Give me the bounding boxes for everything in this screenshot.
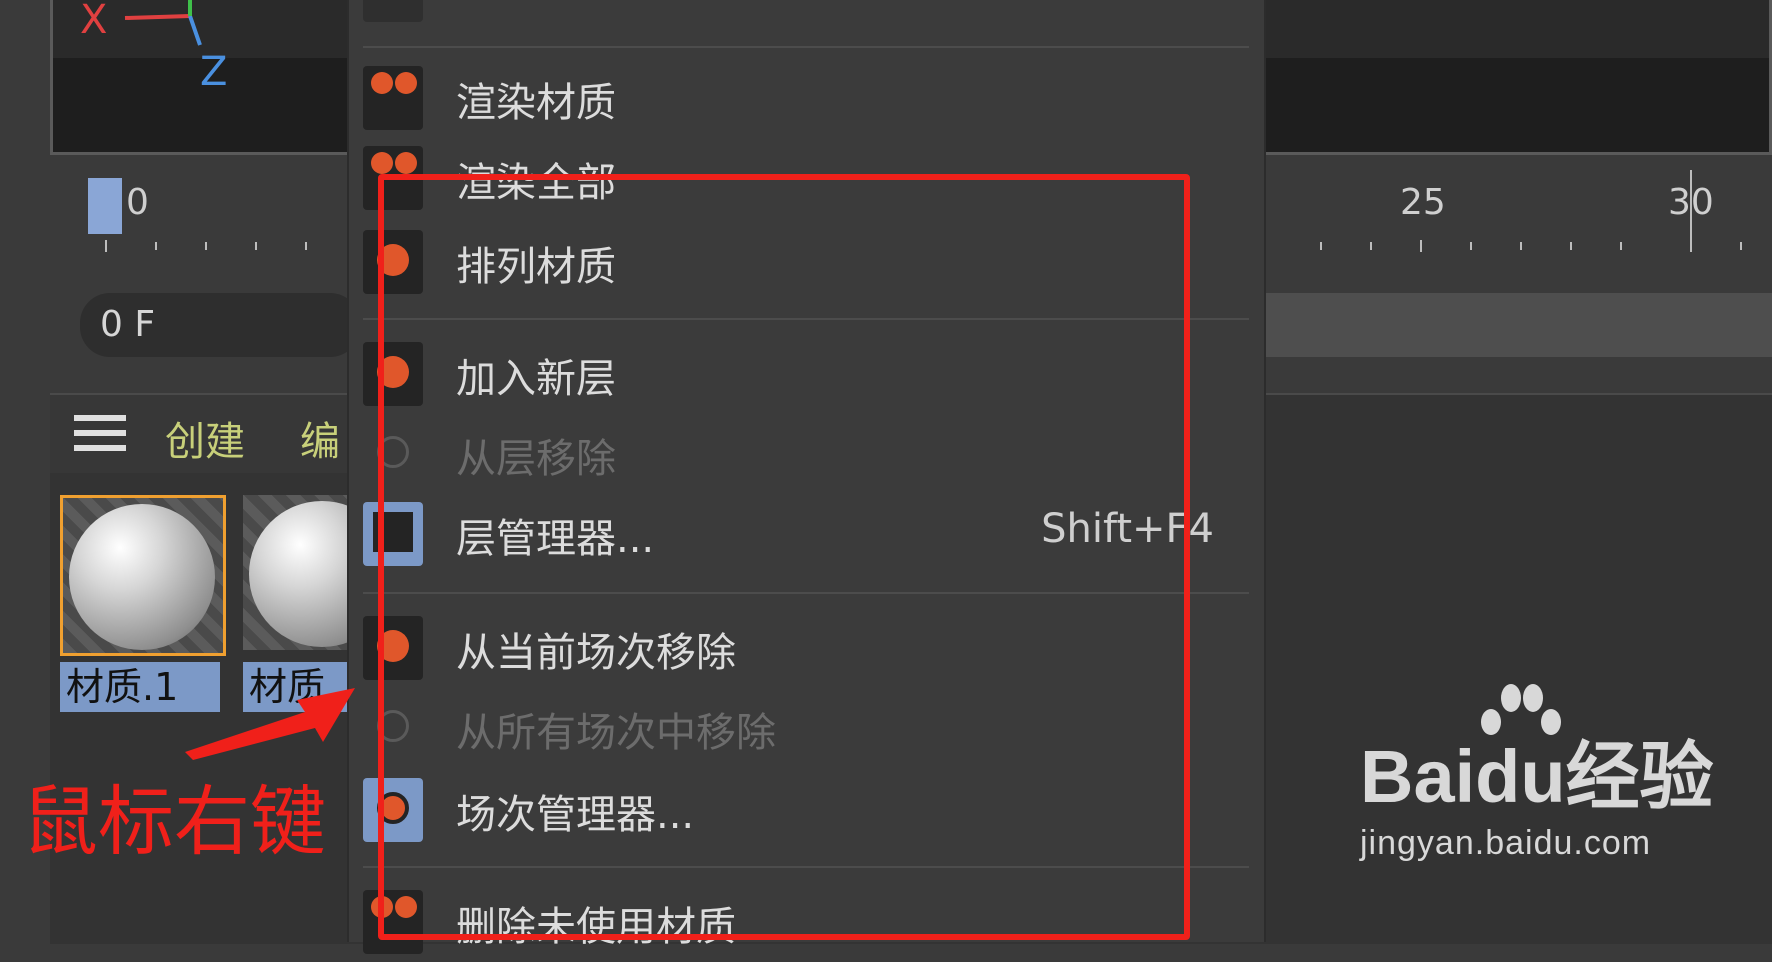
material-manager-toolbar: 创建 编 — [50, 395, 350, 473]
timeline-tick — [255, 242, 257, 250]
menu-item-label: 渲染材质 — [456, 80, 616, 126]
material-thumbnail[interactable] — [60, 495, 226, 656]
axis-z-label: Z — [200, 49, 228, 95]
timeline-current-frame-marker[interactable] — [88, 178, 122, 234]
timeline-tick — [1740, 242, 1742, 250]
timeline-tick — [1570, 242, 1572, 250]
watermark-brand-left: Bai — [1360, 735, 1476, 818]
timeline-tick — [1320, 242, 1322, 250]
material-sphere-preview — [69, 504, 215, 650]
annotation-text: 鼠标右键 — [22, 777, 326, 866]
timeline-tick — [1520, 242, 1522, 250]
timeline-label-25: 25 — [1400, 182, 1446, 223]
timeline-range-bar[interactable] — [1262, 293, 1772, 357]
menu-item-render-material[interactable]: 渲染材质 — [349, 58, 1264, 138]
partial-icon — [363, 0, 423, 22]
timeline-tick — [155, 242, 157, 250]
watermark-url: jingyan.baidu.com — [1360, 824, 1652, 862]
watermark-brand: Bai du经验 — [1360, 684, 1714, 814]
timeline-tick — [1620, 242, 1622, 250]
timeline-tick — [205, 242, 207, 250]
menu-item-partial[interactable] — [349, 0, 1264, 30]
material-thumbnail[interactable] — [243, 495, 395, 650]
timeline-tick — [1420, 240, 1422, 252]
timeline-tick — [305, 242, 307, 250]
timeline-label-0: 0 — [126, 182, 149, 223]
menu-edit[interactable]: 编 — [300, 409, 340, 467]
baidu-watermark: Bai du经验 jingyan.baidu.com — [1360, 684, 1714, 863]
timeline-tick — [1370, 242, 1372, 250]
highlight-box — [378, 174, 1190, 940]
timeline-tick — [1470, 242, 1472, 250]
annotation-arrow-icon — [185, 688, 355, 760]
timeline-tick — [105, 240, 107, 252]
paw-icon — [1481, 684, 1562, 735]
axis-x-label: X — [80, 0, 108, 43]
watermark-brand-right: 经验 — [1565, 735, 1714, 818]
menu-separator — [363, 46, 1249, 48]
menu-create[interactable]: 创建 — [165, 409, 245, 467]
current-frame-field[interactable]: 0 F — [80, 293, 360, 357]
timeline-tick — [1690, 170, 1692, 252]
render-material-icon — [363, 66, 423, 130]
hamburger-menu-icon[interactable] — [74, 415, 126, 460]
